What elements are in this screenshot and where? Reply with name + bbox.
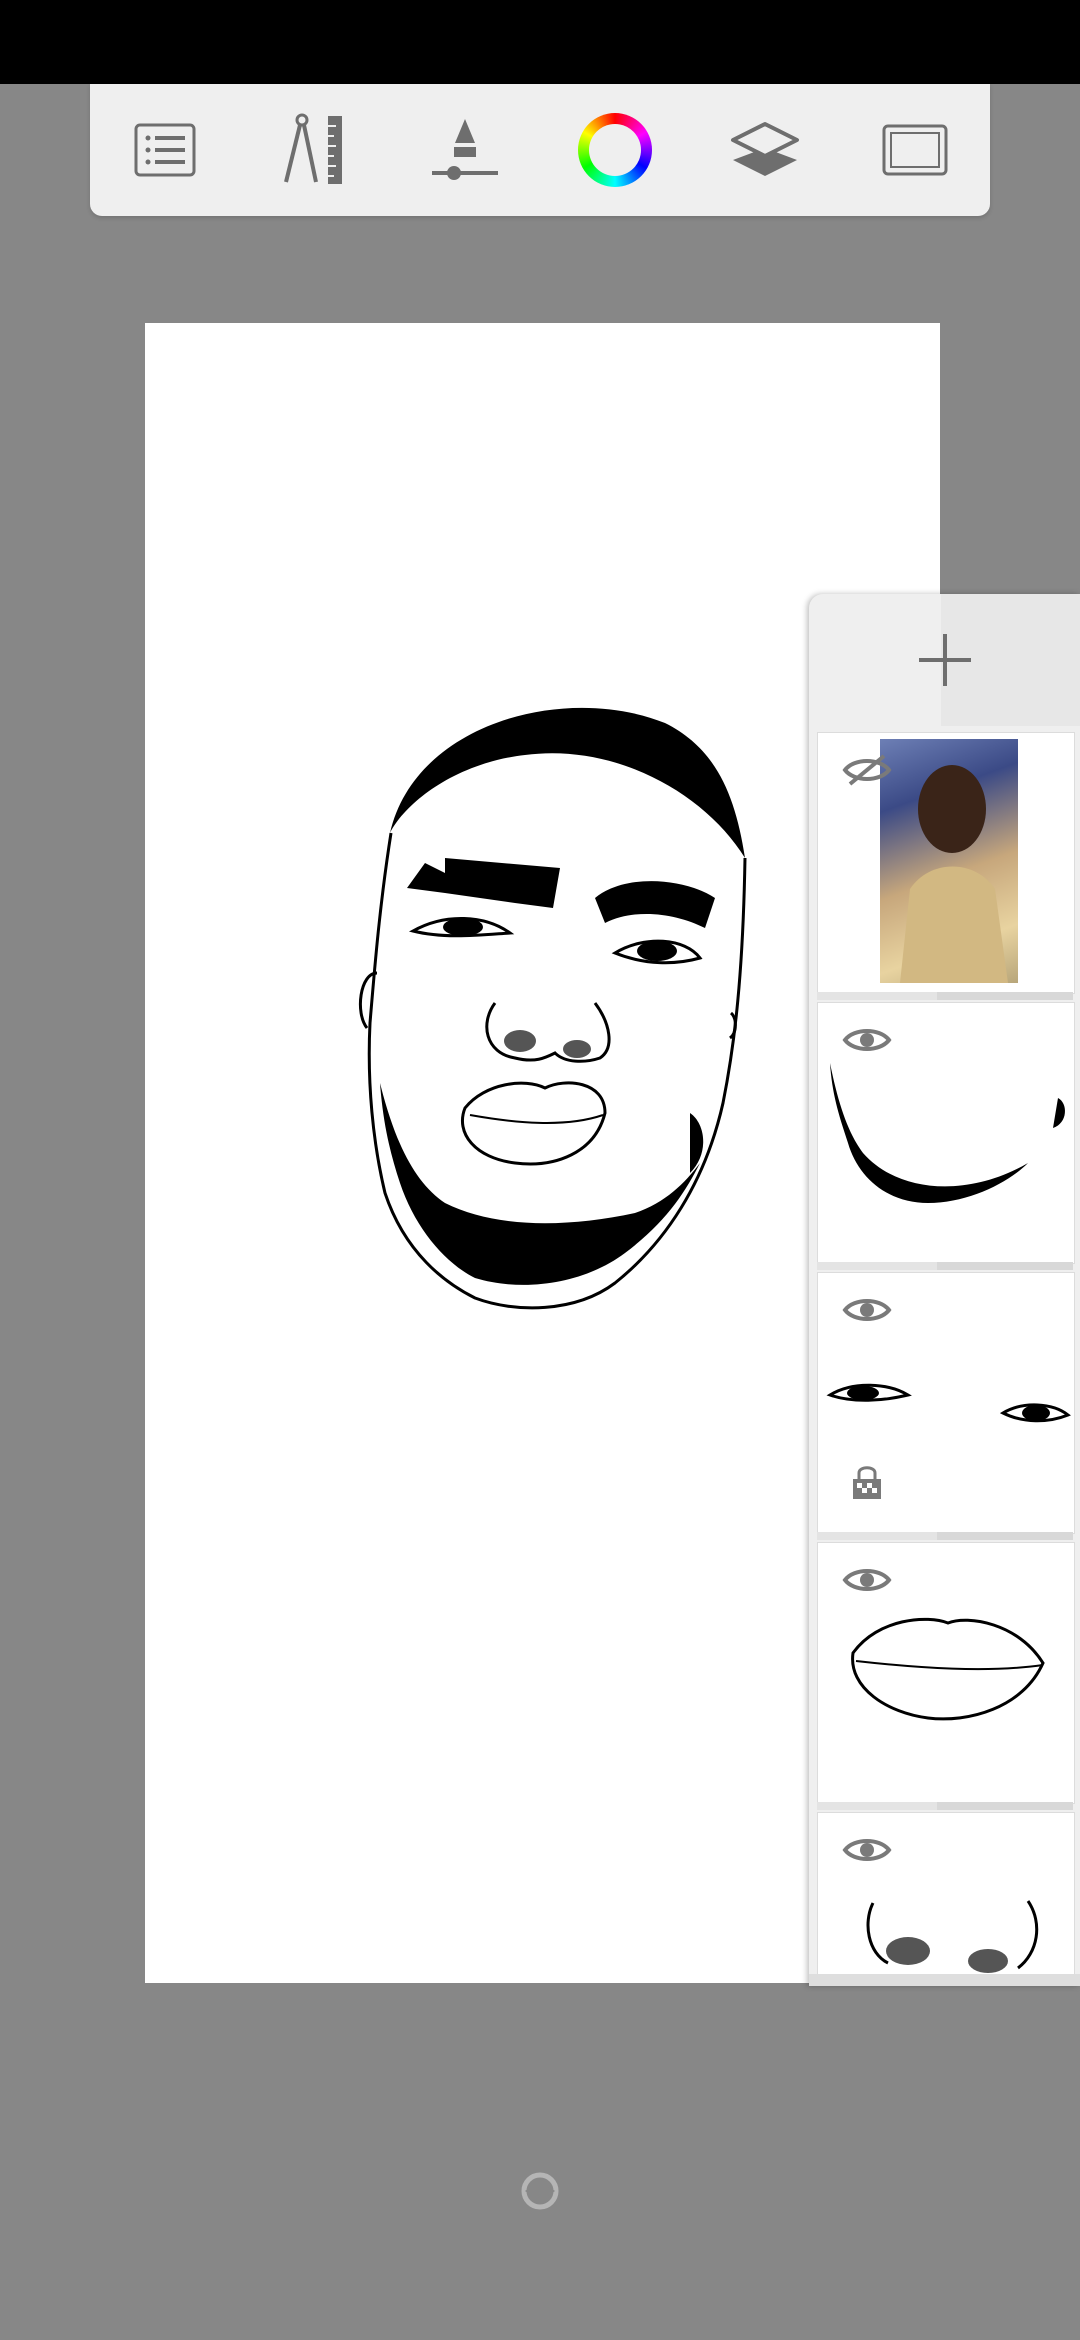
ruler-button[interactable] [275,110,355,190]
layer-lips[interactable] [817,1542,1075,1804]
canvas-frame-icon [882,124,948,176]
layers-icon [731,122,799,176]
brush-size-icon [432,119,498,180]
color-wheel-icon [578,113,652,187]
portrait-silhouette [900,765,1008,983]
canvas-frame-button[interactable] [875,110,955,190]
sync-icon[interactable] [521,2172,559,2210]
color-button[interactable] [575,110,655,190]
layers-panel-footer [809,1974,1080,1986]
layers-panel [809,594,1080,1986]
layer-photo-reference[interactable] [817,732,1075,994]
brush-size-button[interactable] [425,110,505,190]
top-toolbar [90,84,990,216]
plus-icon [918,634,971,686]
eye-hidden-icon[interactable] [842,753,892,787]
eye-visible-icon[interactable] [842,1563,892,1597]
layer-nose[interactable] [817,1812,1075,1982]
eye-visible-icon[interactable] [842,1023,892,1057]
eye-visible-icon[interactable] [842,1833,892,1867]
list-icon [134,123,196,177]
status-bar [0,0,1080,84]
layers-button[interactable] [725,110,805,190]
eye-visible-icon[interactable] [842,1293,892,1327]
layer-beard[interactable] [817,1002,1075,1264]
ruler-compass-icon [284,113,342,184]
layer-eyes[interactable] [817,1272,1075,1534]
alpha-lock-icon[interactable] [850,1463,884,1501]
add-layer-button[interactable] [809,594,1080,726]
list-button[interactable] [125,110,205,190]
